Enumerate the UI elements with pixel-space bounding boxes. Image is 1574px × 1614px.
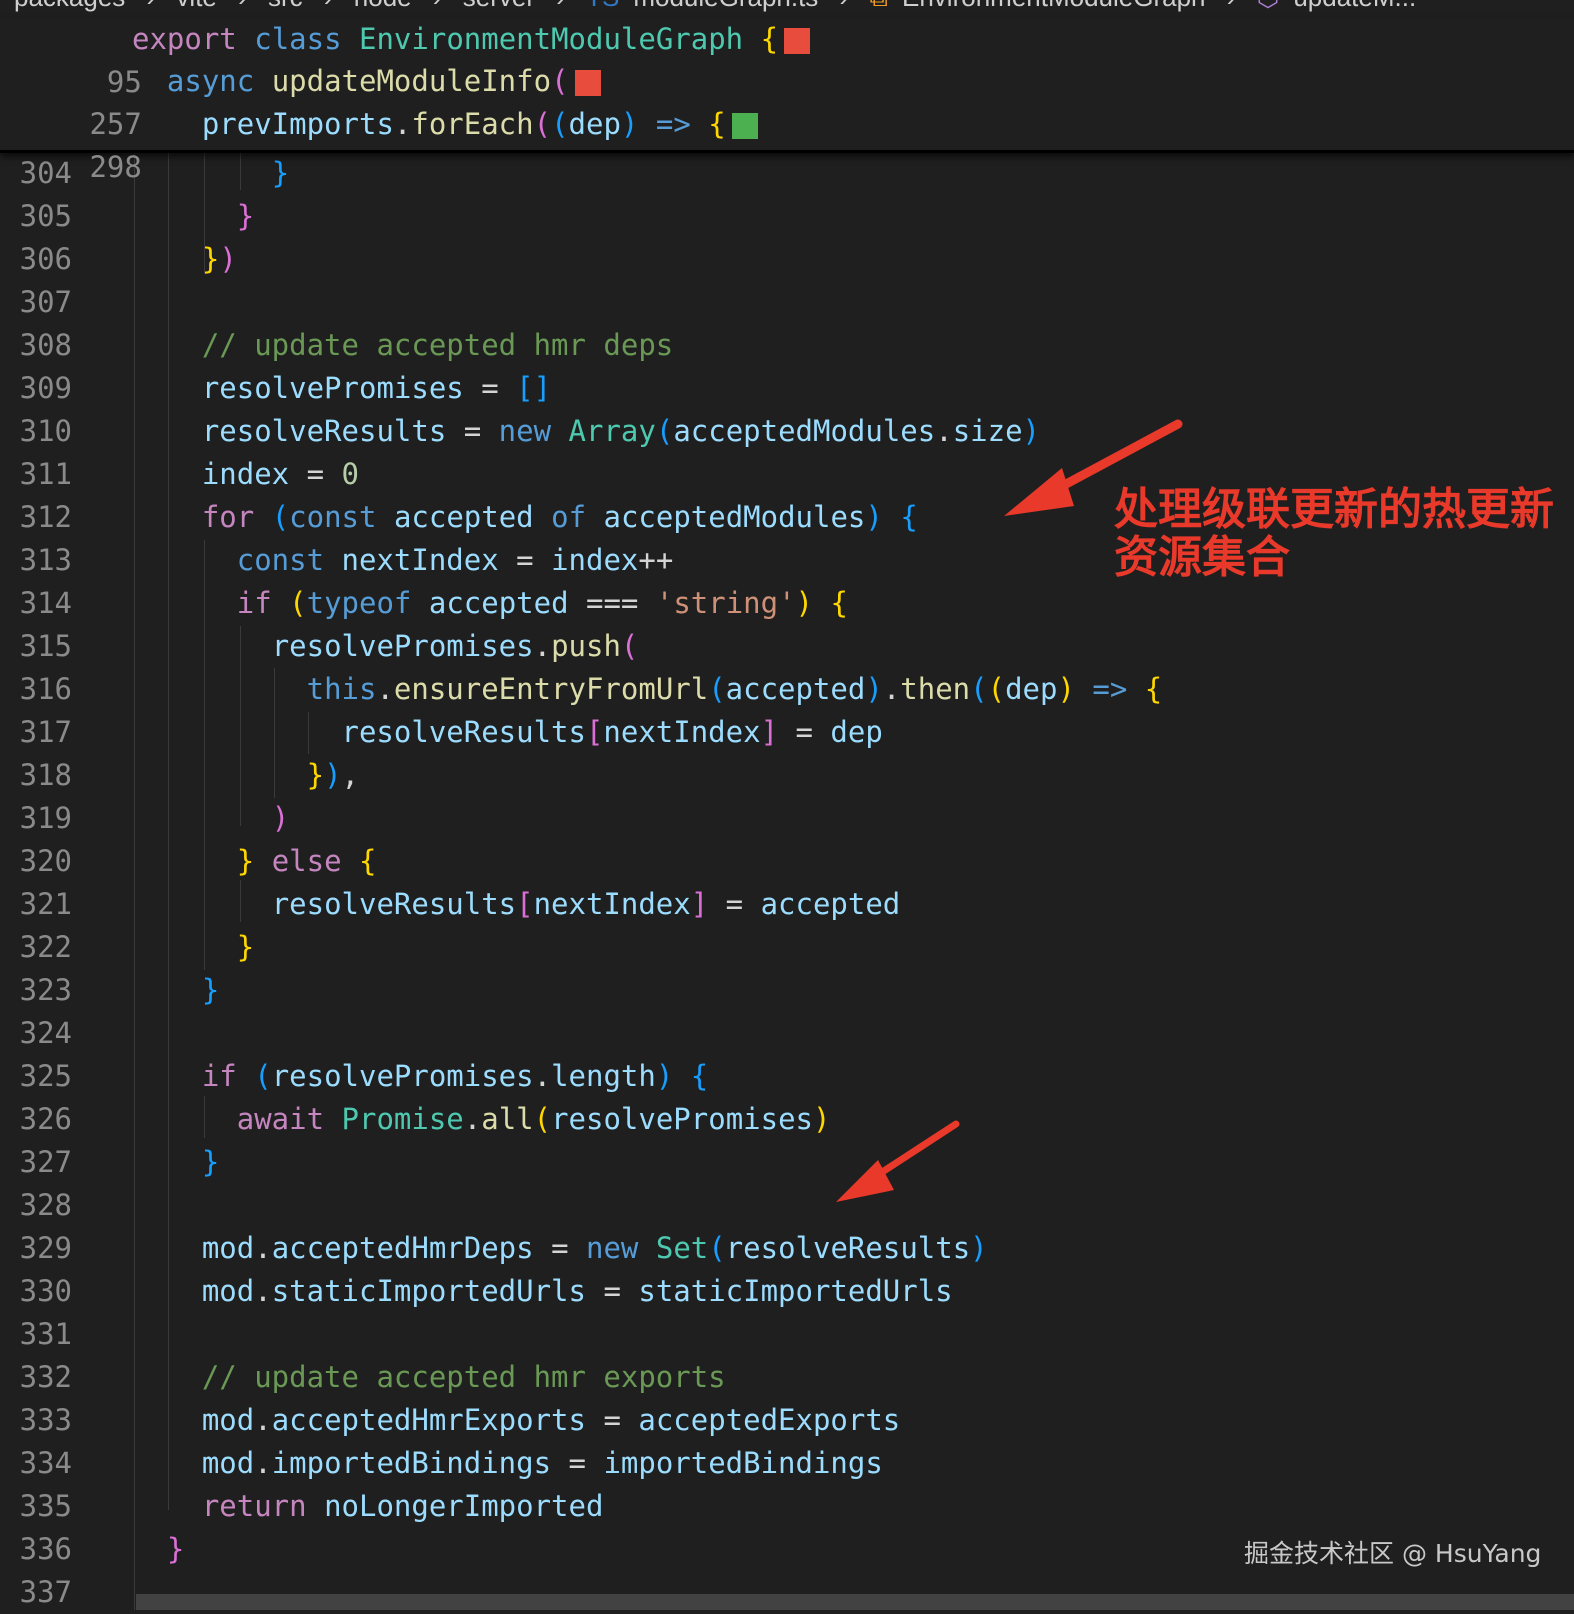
line-number: 298 (89, 150, 142, 184)
annotation-label: 处理级联更新的热更新 资源集合 (1114, 486, 1574, 582)
sticky-line[interactable]: 298 prevImports.forEach((dep) => { (0, 103, 758, 184)
red-marker-icon (784, 28, 811, 54)
annotation-arrow-top (836, 419, 1183, 1202)
sticky-scroll-header[interactable]: 95 export class EnvironmentModuleGraph {… (0, 18, 1574, 184)
annotation-line-1: 处理级联更新的热更新 (1114, 484, 1554, 535)
annotation-line-2: 资源集合 (1114, 532, 1290, 583)
code-text: async updateModuleInfo( (132, 60, 601, 103)
watermark: 掘金技术社区 @ HsuYang (1244, 1539, 1542, 1568)
sticky-line[interactable]: 257 async updateModuleInfo( (0, 60, 601, 141)
code-text: prevImports.forEach((dep) => { (132, 103, 758, 146)
red-marker-icon (574, 70, 601, 96)
code-text: export class EnvironmentModuleGraph { (132, 18, 811, 61)
green-marker-icon (731, 113, 758, 139)
sticky-line[interactable]: 95 export class EnvironmentModuleGraph { (0, 18, 811, 99)
